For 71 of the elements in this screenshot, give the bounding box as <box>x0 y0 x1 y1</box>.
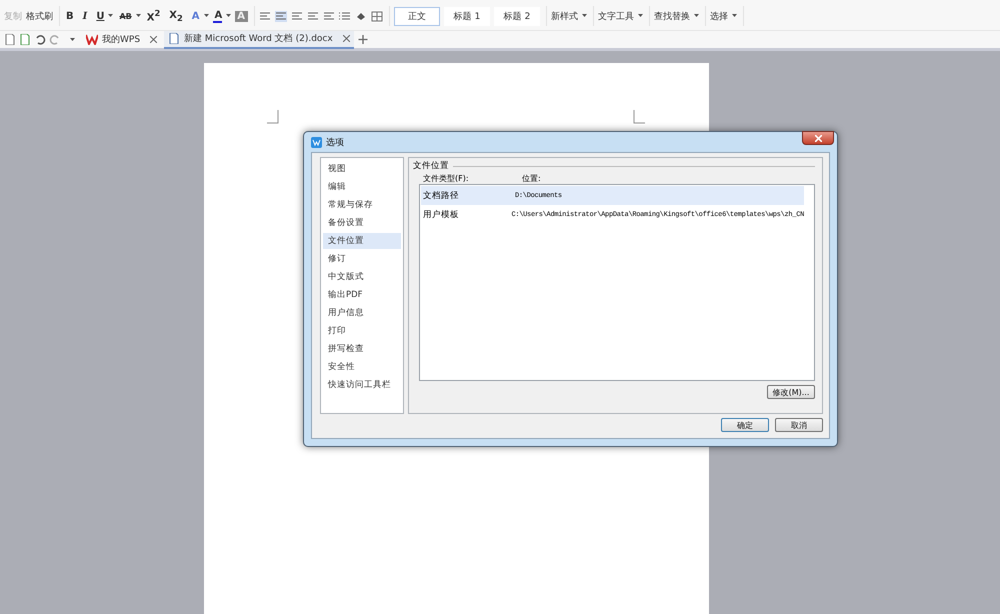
category-item[interactable]: 常规与保存 <box>323 197 401 213</box>
format-button[interactable]: A <box>190 10 200 22</box>
new-document-icon[interactable] <box>4 34 16 45</box>
category-item[interactable]: 打印 <box>323 323 401 339</box>
ribbon-button[interactable]: 文字工具 <box>598 10 634 22</box>
file-type-cell-text: 用户模板 <box>422 208 460 220</box>
align-icon[interactable] <box>259 10 272 22</box>
document-tab[interactable]: 新建 Microsoft Word 文档 (2).docx <box>164 30 354 48</box>
close-icon[interactable] <box>150 36 158 43</box>
list-icon[interactable] <box>339 10 352 22</box>
tab-label: 我的WPS <box>102 34 140 46</box>
dialog-button[interactable]: 确定 <box>721 418 769 432</box>
caret-icon <box>136 14 141 18</box>
caret-icon <box>638 14 644 18</box>
category-item[interactable]: 备份设置 <box>323 215 401 231</box>
undo-icon[interactable] <box>34 34 46 45</box>
close-icon <box>814 134 822 142</box>
close-button[interactable] <box>802 131 834 145</box>
margin-mark <box>266 110 278 124</box>
group-title: 文件位置 <box>413 160 449 172</box>
align-icon[interactable] <box>307 10 320 22</box>
modify-button[interactable]: 修改(M)... <box>767 385 815 399</box>
category-item[interactable]: 快速访问工具栏 <box>323 377 401 393</box>
document-icon[interactable] <box>19 34 31 45</box>
ribbon-button[interactable]: 新样式 <box>551 10 578 22</box>
w-logo-icon <box>86 34 98 45</box>
category-item[interactable]: 编辑 <box>323 179 401 195</box>
format-button[interactable]: U <box>94 10 104 22</box>
dialog-button[interactable]: 取消 <box>775 418 823 432</box>
column-header: 位置: <box>522 172 542 184</box>
caret-icon <box>582 14 588 18</box>
caret-icon <box>204 14 209 18</box>
format-button[interactable]: A <box>212 10 222 22</box>
category-item[interactable]: 修订 <box>323 251 401 267</box>
format-button[interactable]: AB <box>117 12 132 20</box>
category-item[interactable]: 拼写检查 <box>323 341 401 357</box>
align-icon[interactable] <box>275 10 288 22</box>
style-option[interactable]: 正文 <box>394 6 440 26</box>
format-button[interactable]: I <box>80 10 90 22</box>
align-icon[interactable] <box>323 10 336 22</box>
style-option[interactable]: 标题 1 <box>444 6 490 26</box>
caret-icon <box>732 14 738 18</box>
margin-mark <box>632 110 644 124</box>
category-item[interactable]: 安全性 <box>323 359 401 375</box>
category-item[interactable]: 中文版式 <box>323 269 401 285</box>
w-logo-icon <box>311 136 322 148</box>
category-item[interactable]: 输出PDF <box>323 287 401 303</box>
column-header: 文件类型(F): <box>423 172 470 184</box>
format-button[interactable]: X$_{2}$ <box>167 10 186 22</box>
add-tab-icon[interactable] <box>356 34 369 45</box>
caret-icon <box>694 14 700 18</box>
category-item[interactable]: 用户信息 <box>323 305 401 321</box>
category-item[interactable]: 视图 <box>323 161 401 177</box>
format-button[interactable]: B <box>64 10 77 22</box>
dialog-title: 选项 <box>326 136 344 148</box>
ribbon-button[interactable]: 选择 <box>710 10 728 22</box>
style-option[interactable]: 标题 2 <box>494 6 540 26</box>
file-type-cell-text: 文档路径 <box>422 190 460 202</box>
ribbon-button[interactable]: 查找替换 <box>654 10 690 22</box>
tab-label: 新建 Microsoft Word 文档 (2).docx <box>184 32 333 45</box>
format-button[interactable]: X$^{2}$ <box>144 8 164 24</box>
caret-icon[interactable] <box>70 38 75 42</box>
align-icon[interactable] <box>291 10 304 22</box>
close-icon[interactable] <box>342 35 350 42</box>
ribbon-button[interactable]: 格式刷 <box>26 10 53 22</box>
border-icon[interactable] <box>371 10 384 22</box>
caret-icon <box>108 14 114 18</box>
caret-icon <box>226 14 232 18</box>
document-tab[interactable]: 我的WPS <box>82 32 162 48</box>
category-item[interactable]: 文件位置 <box>323 233 401 249</box>
document-icon <box>168 33 180 44</box>
